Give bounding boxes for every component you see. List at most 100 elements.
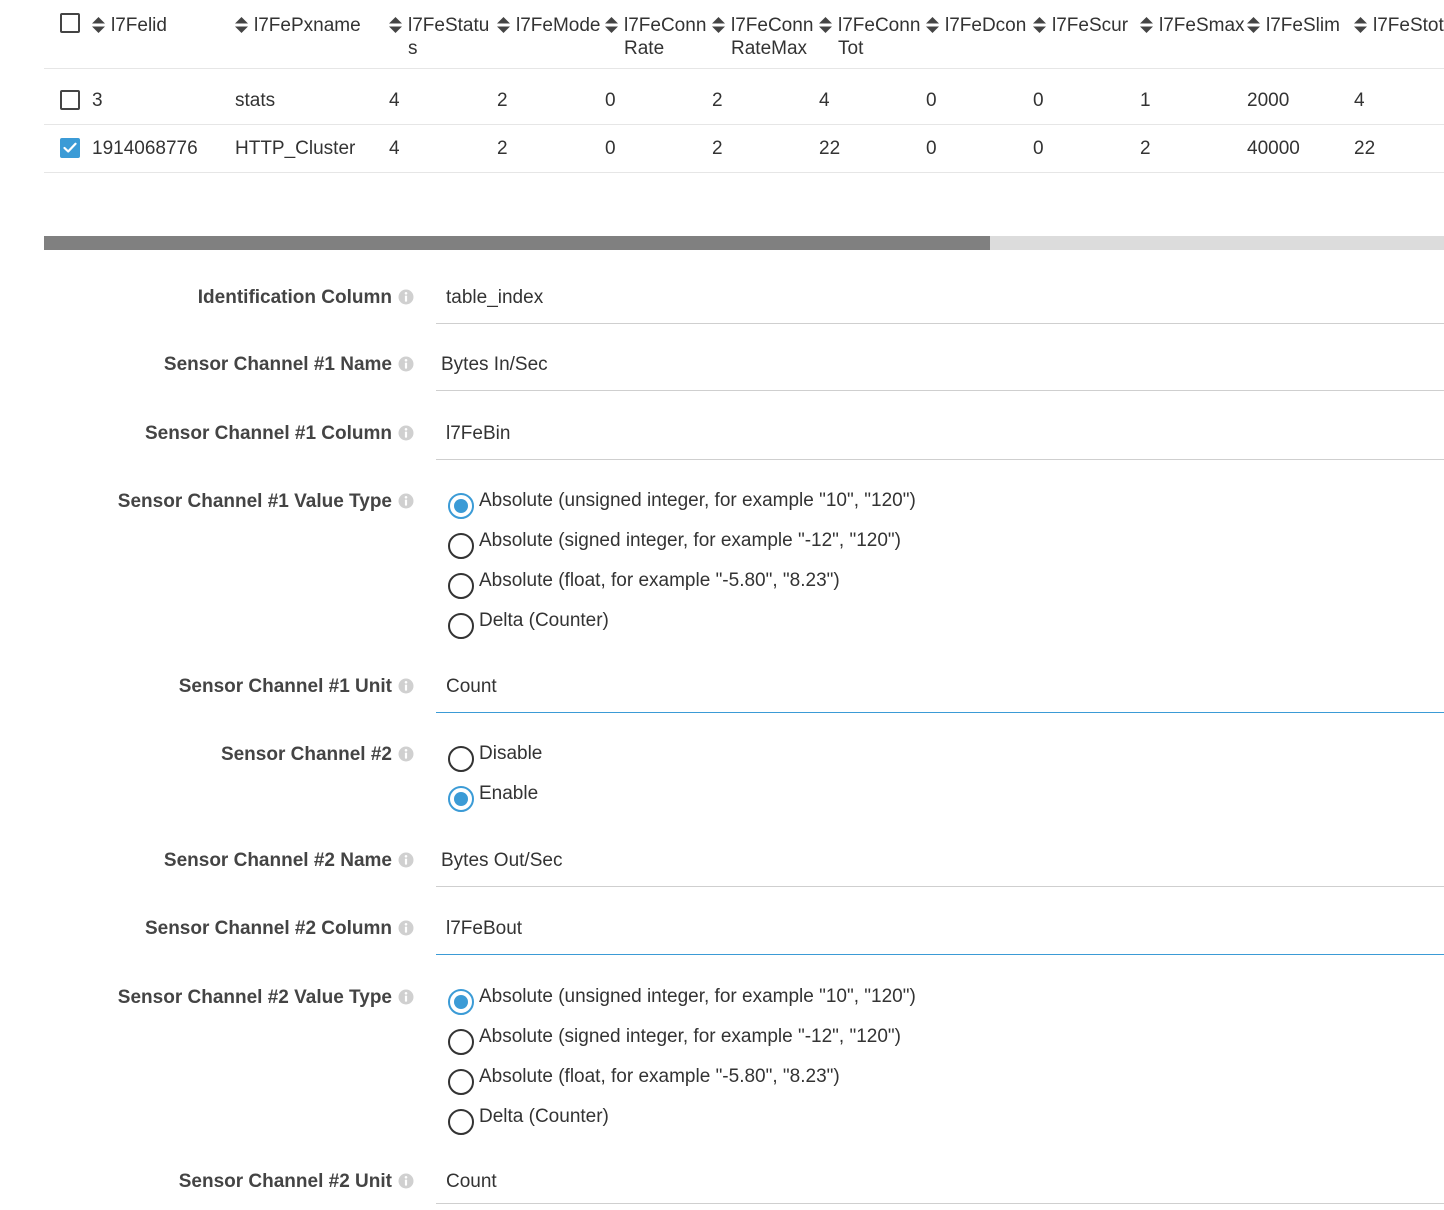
sort-icon[interactable] — [1354, 17, 1367, 33]
info-icon[interactable] — [398, 920, 414, 936]
column-header-l7felid[interactable]: l7Felid — [92, 0, 235, 69]
info-icon[interactable] — [398, 1173, 414, 1189]
column-header-label: l7FeDcon — [945, 15, 1027, 36]
ch1-column-input[interactable]: l7FeBin — [436, 422, 1444, 460]
sort-icon[interactable] — [497, 17, 510, 33]
sort-icon[interactable] — [605, 17, 618, 33]
header-checkbox-cell — [44, 0, 92, 69]
table-cell: 0 — [926, 124, 1033, 173]
sort-icon[interactable] — [819, 17, 832, 33]
sort-icon[interactable] — [1033, 17, 1046, 33]
ch2-column-input[interactable]: l7FeBout — [436, 917, 1444, 955]
table-cell: 4 — [1354, 68, 1444, 125]
radio-label: Absolute (signed integer, for example "-… — [479, 530, 901, 551]
info-icon[interactable] — [398, 493, 414, 509]
table-cell: 4 — [389, 124, 497, 173]
column-header-l7feconntot[interactable]: l7FeConnTot — [819, 0, 926, 69]
column-header-label: l7FeConnRateMax — [731, 15, 814, 59]
table-cell: 0 — [1033, 124, 1140, 173]
table-cell: 0 — [1033, 68, 1140, 125]
radio-label: Absolute (unsigned integer, for example … — [479, 490, 916, 511]
column-header-l7festatus[interactable]: l7FeStatus — [389, 0, 497, 69]
radio-button[interactable] — [448, 613, 474, 639]
info-icon[interactable] — [398, 356, 414, 372]
radio-button[interactable] — [448, 1109, 474, 1135]
select-all-checkbox[interactable] — [60, 13, 80, 33]
row-checkbox[interactable] — [60, 137, 80, 158]
radio-label: Delta (Counter) — [479, 1106, 609, 1127]
radio-label: Absolute (unsigned integer, for example … — [479, 986, 916, 1007]
column-header-label: l7FeMode — [516, 15, 601, 36]
scrollbar-thumb[interactable] — [44, 236, 991, 250]
radio-button[interactable] — [448, 533, 474, 559]
ch2-column-label: Sensor Channel #2 Column — [144, 918, 392, 939]
sort-icon[interactable] — [235, 17, 248, 33]
column-header-label: l7FeStot — [1373, 15, 1444, 36]
radio-button[interactable] — [448, 493, 474, 519]
table-cell: 2 — [497, 124, 605, 173]
sort-icon[interactable] — [389, 17, 402, 33]
ch2-name-label: Sensor Channel #2 Name — [163, 850, 392, 871]
column-header-label: l7FeSlim — [1266, 15, 1340, 36]
ch2-unit-input[interactable]: Count — [436, 1170, 1444, 1204]
identification-column-label: Identification Column — [197, 287, 392, 308]
horizontal-scrollbar[interactable] — [44, 236, 1444, 250]
column-header-label: l7FeSmax — [1159, 15, 1245, 36]
sensor-table: l7Felid l7FePxname l7FeStatus l7FeMode l… — [44, 0, 1444, 173]
table-cell: 2000 — [1247, 68, 1354, 125]
column-header-label: l7FeStatus — [408, 15, 490, 59]
radio-label: Enable — [479, 783, 539, 804]
column-header-l7feconnratemax[interactable]: l7FeConnRateMax — [712, 0, 819, 69]
sort-icon[interactable] — [1247, 17, 1260, 33]
column-header-l7festot[interactable]: l7FeStot — [1354, 0, 1444, 69]
column-header-l7fescur[interactable]: l7FeScur — [1033, 0, 1140, 69]
ch2-unit-label: Sensor Channel #2 Unit — [178, 1171, 392, 1192]
radio-label: Absolute (float, for example "-5.80", "8… — [479, 570, 840, 591]
table-cell: 2 — [497, 68, 605, 125]
column-header-l7fedcon[interactable]: l7FeDcon — [926, 0, 1033, 69]
info-icon[interactable] — [398, 989, 414, 1005]
table-cell: stats — [235, 68, 389, 125]
column-header-label: l7Felid — [111, 15, 167, 36]
radio-button[interactable] — [448, 786, 474, 812]
radio-label: Absolute (float, for example "-5.80", "8… — [479, 1066, 840, 1087]
info-icon[interactable] — [398, 289, 414, 305]
radio-button[interactable] — [448, 746, 474, 772]
ch2-value-type-label: Sensor Channel #2 Value Type — [117, 987, 392, 1008]
check-icon — [63, 142, 77, 153]
sort-icon[interactable] — [712, 17, 725, 33]
column-header-l7fesmax[interactable]: l7FeSmax — [1140, 0, 1247, 69]
radio-label: Delta (Counter) — [479, 610, 609, 631]
info-icon[interactable] — [398, 425, 414, 441]
radio-button[interactable] — [448, 989, 474, 1015]
info-icon[interactable] — [398, 678, 414, 694]
ch1-name-label: Sensor Channel #1 Name — [163, 354, 392, 375]
table-cell: 2 — [1140, 124, 1247, 173]
table-row[interactable]: 1914068776 HTTP_Cluster 4 2 0 2 22 0 0 2… — [44, 124, 1444, 173]
column-header-l7feconnrate[interactable]: l7FeConnRate — [605, 0, 712, 69]
column-header-l7femode[interactable]: l7FeMode — [497, 0, 605, 69]
sort-icon[interactable] — [92, 17, 105, 33]
radio-button[interactable] — [448, 1069, 474, 1095]
table-cell: 0 — [926, 68, 1033, 125]
info-icon[interactable] — [398, 852, 414, 868]
row-checkbox[interactable] — [60, 89, 80, 110]
sort-icon[interactable] — [926, 17, 939, 33]
table-row[interactable]: 3 stats 4 2 0 2 4 0 0 1 2000 4 — [44, 68, 1444, 125]
radio-button[interactable] — [448, 1029, 474, 1055]
column-header-l7fepxname[interactable]: l7FePxname — [235, 0, 389, 69]
row-checkbox-cell — [44, 68, 92, 125]
ch2-label: Sensor Channel #2 — [220, 744, 392, 765]
table-cell: 2 — [712, 124, 819, 173]
row-checkbox-cell — [44, 124, 92, 173]
ch2-name-input[interactable]: Bytes Out/Sec — [436, 849, 1444, 887]
info-icon[interactable] — [398, 746, 414, 762]
radio-button[interactable] — [448, 573, 474, 599]
column-header-l7feslim[interactable]: l7FeSlim — [1247, 0, 1354, 69]
sort-icon[interactable] — [1140, 17, 1153, 33]
identification-column-input[interactable]: table_index — [436, 286, 1444, 324]
table-cell: 0 — [605, 68, 712, 125]
ch1-unit-input[interactable]: Count — [436, 675, 1444, 713]
table-cell: 22 — [819, 124, 926, 173]
ch1-name-input[interactable]: Bytes In/Sec — [436, 353, 1444, 391]
